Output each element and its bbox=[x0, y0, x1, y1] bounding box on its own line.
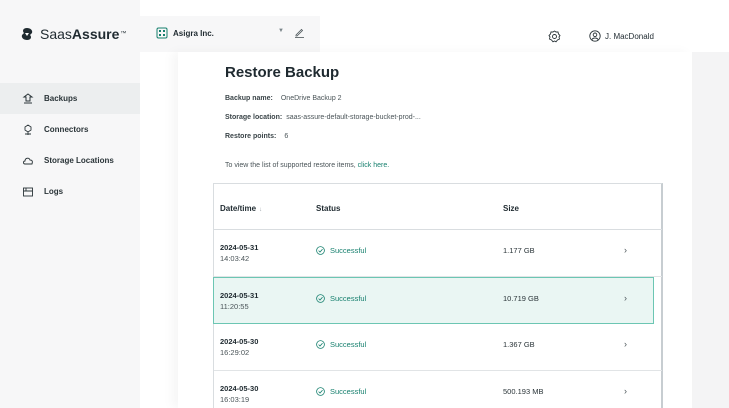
row-date: 2024-05-30 bbox=[220, 337, 259, 346]
chevron-down-icon[interactable]: ▼ bbox=[278, 28, 284, 34]
gear-icon[interactable] bbox=[548, 30, 561, 43]
row-status: Successful bbox=[316, 246, 366, 255]
backup-name-value: OneDrive Backup 2 bbox=[280, 95, 342, 102]
row-time: 16:29:02 bbox=[220, 348, 250, 357]
row-date: 2024-05-31 bbox=[220, 243, 259, 252]
row-status-text: Successful bbox=[330, 387, 367, 396]
backups-icon bbox=[22, 92, 34, 103]
restore-items-hint: To view the list of supported restore it… bbox=[225, 162, 389, 169]
row-status-text: Successful bbox=[330, 246, 367, 255]
chevron-right-icon[interactable]: › bbox=[624, 339, 627, 349]
page-background-right bbox=[692, 52, 729, 408]
column-size: Size bbox=[503, 204, 520, 213]
sidebar-item-backups[interactable]: Backups bbox=[0, 83, 140, 114]
row-time: 14:03:42 bbox=[220, 254, 250, 263]
check-circle-icon bbox=[316, 294, 325, 303]
row-date: 2024-05-31 bbox=[220, 291, 259, 300]
backup-name-row: Backup name: OneDrive Backup 2 bbox=[225, 95, 342, 102]
chevron-right-icon[interactable]: › bbox=[624, 293, 627, 303]
restore-points-value: 6 bbox=[284, 133, 289, 140]
brand-trademark: ™ bbox=[120, 31, 127, 37]
sidebar-item-logs[interactable]: Logs bbox=[0, 176, 140, 207]
saasassure-logo[interactable]: Saas Assure ™ bbox=[20, 26, 126, 42]
logs-icon bbox=[23, 187, 33, 196]
row-size: 1.367 GB bbox=[503, 340, 535, 349]
table-header: Date/time ↓ Status Size bbox=[214, 184, 662, 230]
column-datetime[interactable]: Date/time ↓ bbox=[220, 204, 262, 213]
row-time: 16:03:19 bbox=[220, 395, 250, 404]
brand-name-bold: Assure bbox=[71, 26, 120, 42]
backup-name-label: Backup name: bbox=[225, 95, 273, 102]
cloud-icon bbox=[23, 157, 33, 164]
edit-icon[interactable] bbox=[294, 27, 305, 38]
storage-location-row: Storage location: saas-assure-default-sto… bbox=[225, 114, 421, 121]
row-status-text: Successful bbox=[330, 294, 367, 303]
user-avatar-icon bbox=[589, 30, 601, 42]
row-size: 1.177 GB bbox=[503, 246, 535, 255]
user-menu[interactable]: J. MacDonald bbox=[589, 30, 654, 42]
connectors-icon bbox=[24, 123, 32, 135]
restore-points-row: Restore points: 6 bbox=[225, 133, 288, 140]
row-status: Successful bbox=[316, 294, 366, 303]
logo-mark-icon bbox=[21, 28, 33, 40]
restore-points-label: Restore points: bbox=[225, 133, 277, 140]
brand-name-light: Saas bbox=[40, 26, 72, 42]
sidebar-item-label: Logs bbox=[44, 187, 64, 196]
building-icon bbox=[156, 27, 168, 39]
page-title: Restore Backup bbox=[225, 64, 340, 81]
row-date: 2024-05-30 bbox=[220, 384, 259, 393]
chevron-right-icon[interactable]: › bbox=[624, 386, 627, 396]
sidebar-item-label: Connectors bbox=[44, 125, 89, 134]
tenant-selector[interactable]: Asigra Inc. bbox=[156, 27, 214, 39]
row-status: Successful bbox=[316, 387, 366, 396]
column-datetime-label: Date/time bbox=[220, 204, 257, 213]
row-status-text: Successful bbox=[330, 340, 367, 349]
sidebar-item-storage-locations[interactable]: Storage Locations bbox=[0, 145, 140, 176]
row-status: Successful bbox=[316, 340, 366, 349]
sort-down-icon[interactable]: ↓ bbox=[259, 207, 262, 213]
storage-location-value: saas-assure-default-storage-bucket-prod-… bbox=[286, 114, 421, 121]
table-row[interactable]: 2024-05-30 16:29:02 Successful 1.367 GB … bbox=[214, 324, 662, 371]
sidebar-item-label: Storage Locations bbox=[44, 156, 114, 165]
row-size: 500.193 MB bbox=[503, 387, 544, 396]
restore-points-table: Date/time ↓ Status Size 2024-05-31 14:03:… bbox=[213, 183, 663, 408]
check-circle-icon bbox=[316, 387, 325, 396]
table-row[interactable]: 2024-05-31 14:03:42 Successful 1.177 GB … bbox=[214, 230, 662, 277]
chevron-right-icon[interactable]: › bbox=[624, 245, 627, 255]
table-row[interactable]: 2024-05-30 16:03:19 Successful 500.193 M… bbox=[214, 371, 662, 408]
click-here-link[interactable]: click here. bbox=[358, 162, 390, 169]
tenant-name: Asigra Inc. bbox=[173, 28, 214, 38]
row-size: 10.719 GB bbox=[503, 294, 539, 303]
table-row[interactable]: 2024-05-31 11:20:55 Successful 10.719 GB… bbox=[213, 277, 654, 324]
check-circle-icon bbox=[316, 246, 325, 255]
row-time: 11:20:55 bbox=[220, 302, 249, 311]
check-circle-icon bbox=[316, 340, 325, 349]
sidebar-item-label: Backups bbox=[44, 94, 78, 103]
sidebar-nav: Backups Connectors Storage Locations Log… bbox=[0, 83, 140, 207]
user-name: J. MacDonald bbox=[605, 31, 654, 41]
storage-location-label: Storage location: bbox=[225, 114, 283, 121]
hint-text: To view the list of supported restore it… bbox=[225, 162, 358, 169]
sidebar-item-connectors[interactable]: Connectors bbox=[0, 114, 140, 145]
column-status: Status bbox=[316, 204, 341, 213]
